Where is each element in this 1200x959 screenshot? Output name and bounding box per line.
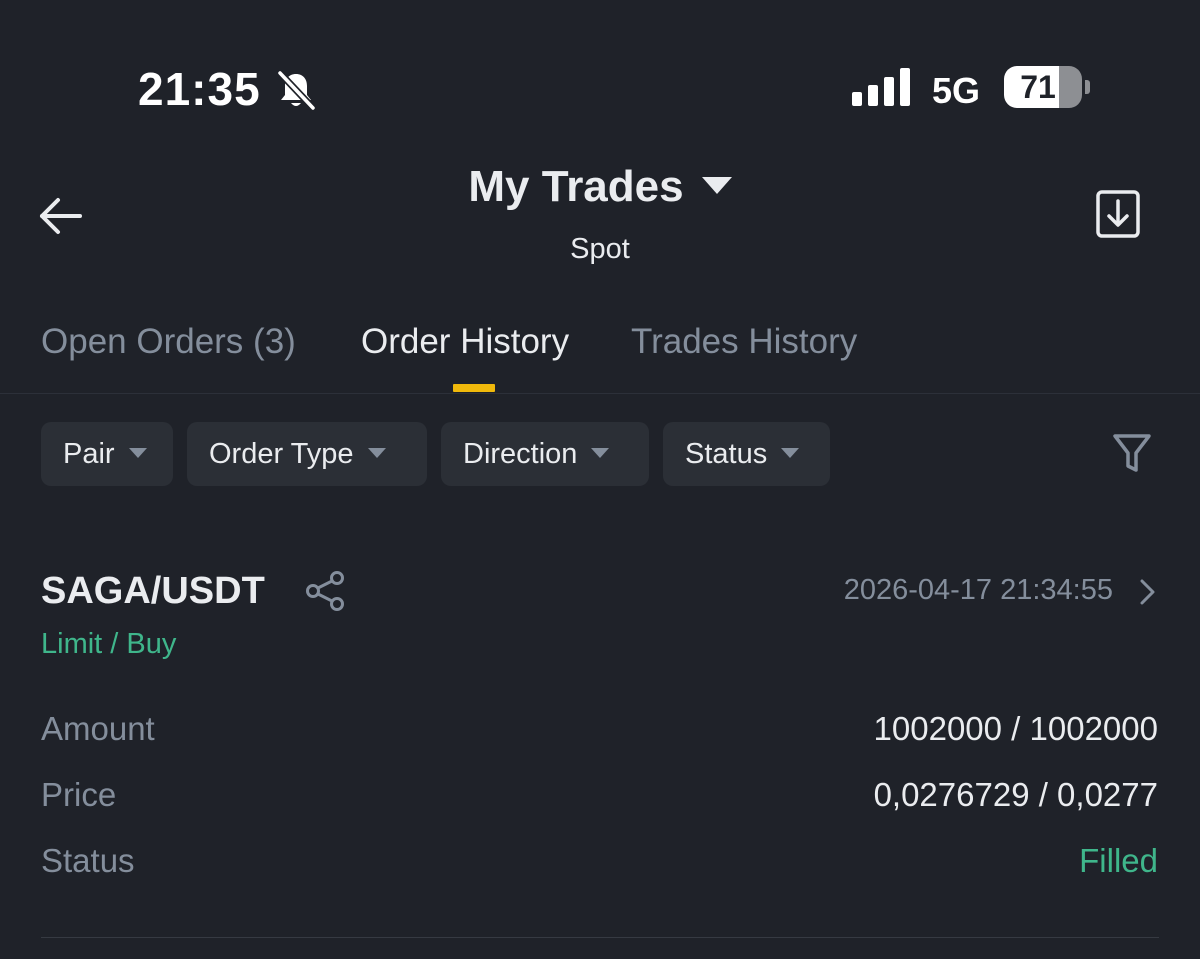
- page-title: My Trades: [468, 162, 684, 211]
- network-type: 5G: [932, 70, 981, 111]
- filter-order-type[interactable]: Order Type: [187, 422, 427, 486]
- chevron-down-icon: [128, 448, 147, 459]
- battery-level: 71: [1020, 69, 1056, 105]
- amount-label: Amount: [41, 710, 155, 747]
- filter-order-type-label: Order Type: [209, 438, 354, 470]
- status-badge: Filled: [1079, 842, 1158, 879]
- page-title-dropdown[interactable]: My Trades: [468, 162, 732, 212]
- active-tab-indicator: [453, 384, 495, 392]
- order-timestamp: 2026-04-17 21:34:55: [843, 574, 1113, 606]
- bell-muted-icon: [277, 70, 316, 111]
- chevron-down-icon: [591, 448, 610, 459]
- page-subtitle: Spot: [570, 233, 630, 265]
- tab-trades-history[interactable]: Trades History: [631, 322, 857, 362]
- amount-value: 1002000 / 1002000: [873, 710, 1158, 747]
- signal-bars-icon: [852, 68, 910, 106]
- screen: 21:35 5G 71 My Trades Spot Open Orders (…: [0, 0, 1200, 959]
- download-icon[interactable]: [1094, 188, 1142, 240]
- filter-direction-label: Direction: [463, 438, 578, 470]
- battery-tip: [1085, 80, 1090, 94]
- tab-bar: Open Orders (3) Order History Trades His…: [0, 318, 1200, 394]
- price-value: 0,0276729 / 0,0277: [873, 776, 1158, 813]
- filter-status-label: Status: [685, 438, 768, 470]
- caret-down-icon: [701, 176, 732, 194]
- filter-status[interactable]: Status: [663, 422, 830, 486]
- filter-pair-label: Pair: [63, 438, 115, 470]
- tab-open-orders[interactable]: Open Orders (3): [41, 322, 296, 362]
- share-icon[interactable]: [304, 570, 346, 612]
- battery-icon: 71: [1004, 66, 1090, 108]
- filter-pair[interactable]: Pair: [41, 422, 173, 486]
- filter-direction[interactable]: Direction: [441, 422, 649, 486]
- status-label: Status: [41, 842, 135, 879]
- chevron-down-icon: [781, 448, 800, 459]
- order-type-side: Limit / Buy: [41, 628, 177, 660]
- tab-order-history[interactable]: Order History: [361, 322, 569, 362]
- status-bar: 21:35 5G 71: [0, 0, 1200, 160]
- clock: 21:35: [138, 63, 261, 115]
- battery-body: 71: [1004, 66, 1082, 108]
- title-wrap: My Trades: [0, 162, 1200, 212]
- trading-pair: SAGA/USDT: [41, 570, 265, 612]
- price-label: Price: [41, 776, 117, 813]
- funnel-icon[interactable]: [1112, 432, 1152, 476]
- card-divider: [41, 937, 1159, 938]
- chevron-down-icon: [367, 448, 386, 459]
- chevron-right-icon[interactable]: [1135, 576, 1159, 608]
